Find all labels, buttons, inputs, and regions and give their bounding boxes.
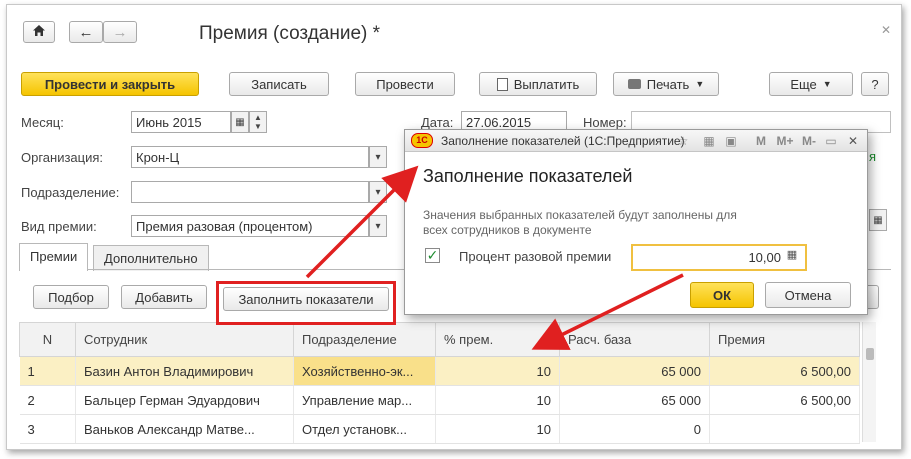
memory-m-icon[interactable]: M [753, 133, 769, 149]
department-cell[interactable]: Хозяйственно-эк... [293, 356, 436, 386]
column-header[interactable]: Расч. база [559, 322, 710, 357]
base-cell[interactable]: 0 [559, 414, 710, 444]
more-button[interactable]: Еще ▼ [769, 72, 853, 96]
print-label: Печать [646, 76, 690, 92]
column-header[interactable]: Сотрудник [75, 322, 294, 357]
post-and-close-button[interactable]: Провести и закрыть [21, 72, 199, 96]
add-button[interactable]: Добавить [121, 285, 207, 309]
highlight-box [216, 281, 396, 325]
link-fragment[interactable]: я [869, 149, 876, 164]
column-header[interactable]: Премия [709, 322, 860, 357]
select-button[interactable]: Подбор [33, 285, 109, 309]
document-icon [496, 77, 508, 91]
percent-value-field[interactable]: 10,00 [631, 244, 807, 271]
pay-button[interactable]: Выплатить [479, 72, 597, 96]
base-cell[interactable]: 65 000 [559, 385, 710, 415]
calendar-icon[interactable]: ▣ [723, 133, 739, 149]
calculator-icon[interactable]: ▦ [869, 209, 887, 231]
post-button[interactable]: Провести [355, 72, 455, 96]
bonus-cell[interactable] [709, 414, 860, 444]
tab-additional[interactable]: Дополнительно [93, 245, 209, 271]
row-number: 2 [19, 385, 76, 415]
checkbox-label: Процент разовой премии [459, 249, 612, 264]
dialog-window-title: Заполнение показателей (1С:Предприятие) [441, 134, 685, 148]
employee-cell[interactable]: Ваньков Александр Матве... [75, 414, 294, 444]
date-label: Дата: [421, 115, 454, 130]
help-button[interactable]: ? [861, 72, 889, 96]
organization-label: Организация: [21, 150, 104, 165]
scroll-thumb[interactable] [866, 348, 874, 360]
bonus-cell[interactable]: 6 500,00 [709, 385, 860, 415]
percent-cell[interactable]: 10 [435, 414, 560, 444]
row-number: 1 [19, 356, 76, 386]
close-icon[interactable]: ✕ [881, 23, 891, 37]
percent-cell[interactable]: 10 [435, 385, 560, 415]
bonus-table: N Сотрудник Подразделение % прем. Расч. … [19, 322, 860, 444]
forward-button[interactable]: → [103, 21, 137, 43]
back-button[interactable]: ← [69, 21, 103, 43]
dialog-header: Заполнение показателей [423, 166, 633, 186]
dropdown-icon[interactable]: ▾ [369, 215, 387, 237]
home-button[interactable] [23, 21, 55, 43]
bonus-type-label: Вид премии: [21, 219, 97, 234]
percent-cell[interactable]: 10 [435, 356, 560, 386]
dropdown-icon[interactable]: ▾ [369, 146, 387, 168]
base-cell[interactable]: 65 000 [559, 356, 710, 386]
ok-button[interactable]: ОК [690, 282, 754, 308]
table-header-row: N Сотрудник Подразделение % прем. Расч. … [19, 322, 860, 357]
employee-cell[interactable]: Базин Антон Владимирович [75, 356, 294, 386]
dialog-titlebar[interactable]: 1С Заполнение показателей (1С:Предприяти… [405, 130, 867, 152]
home-icon [32, 24, 46, 40]
1c-logo-icon: 1С [411, 133, 433, 148]
arrow-left-icon: ← [78, 23, 94, 41]
organization-field[interactable]: Крон-Ц [131, 146, 369, 168]
cancel-button[interactable]: Отмена [765, 282, 851, 308]
calculator-icon[interactable]: ▦ [701, 133, 717, 149]
dialog-note: Значения выбранных показателей будут зап… [423, 208, 737, 237]
month-field[interactable]: Июнь 2015 [131, 111, 231, 133]
dropdown-icon[interactable]: ▾ [369, 181, 387, 203]
caret-down-icon: ▼ [822, 79, 832, 89]
memory-plus-icon[interactable]: M+ [775, 133, 795, 149]
column-header[interactable]: Подразделение [293, 322, 436, 357]
checkmark-icon: ✓ [426, 247, 439, 263]
spinner-icon[interactable]: ▲ ▼ [249, 111, 267, 133]
arrow-right-icon: → [112, 23, 128, 41]
tab-bonuses[interactable]: Премии [19, 243, 89, 271]
bonus-type-field[interactable]: Премия разовая (процентом) [131, 215, 369, 237]
table-row[interactable]: 1 Базин Антон Владимирович Хозяйственно-… [19, 356, 860, 386]
department-cell[interactable]: Отдел установк... [293, 414, 436, 444]
caret-down-icon: ▼ [695, 79, 705, 89]
calculator-icon[interactable]: ▦ [784, 248, 800, 266]
table-scrollbar[interactable] [862, 322, 876, 442]
close-icon[interactable]: ✕ [845, 133, 861, 149]
document-window: ← → Премия (создание) * ✕ Провести и зак… [6, 4, 902, 450]
table-row[interactable]: 2 Бальцер Герман Эдуардович Управление м… [19, 385, 860, 415]
pay-label: Выплатить [513, 76, 580, 92]
column-header[interactable]: N [19, 322, 76, 357]
department-field[interactable] [131, 181, 369, 203]
fill-indicators-dialog: 1С Заполнение показателей (1С:Предприяти… [404, 129, 868, 315]
more-label: Еще [790, 76, 817, 92]
memory-minus-icon[interactable]: M- [799, 133, 819, 149]
printer-icon [627, 79, 641, 89]
page-title: Премия (создание) * [199, 23, 381, 44]
month-label: Месяц: [21, 115, 64, 130]
percent-checkbox[interactable]: ✓ [425, 248, 440, 263]
restore-icon[interactable]: ▭ [823, 133, 839, 149]
table-row[interactable]: 3 Ваньков Александр Матве... Отдел устан… [19, 414, 860, 444]
department-cell[interactable]: Управление мар... [293, 385, 436, 415]
column-header[interactable]: % прем. [435, 322, 560, 357]
bonus-cell[interactable]: 6 500,00 [709, 356, 860, 386]
employee-cell[interactable]: Бальцер Герман Эдуардович [75, 385, 294, 415]
favorite-icon[interactable]: ☆ [675, 133, 691, 149]
department-label: Подразделение: [21, 185, 120, 200]
row-number: 3 [19, 414, 76, 444]
save-button[interactable]: Записать [229, 72, 329, 96]
print-button[interactable]: Печать ▼ [613, 72, 719, 96]
number-label: Номер: [583, 115, 627, 130]
calendar-icon[interactable]: ▦ [231, 111, 249, 133]
